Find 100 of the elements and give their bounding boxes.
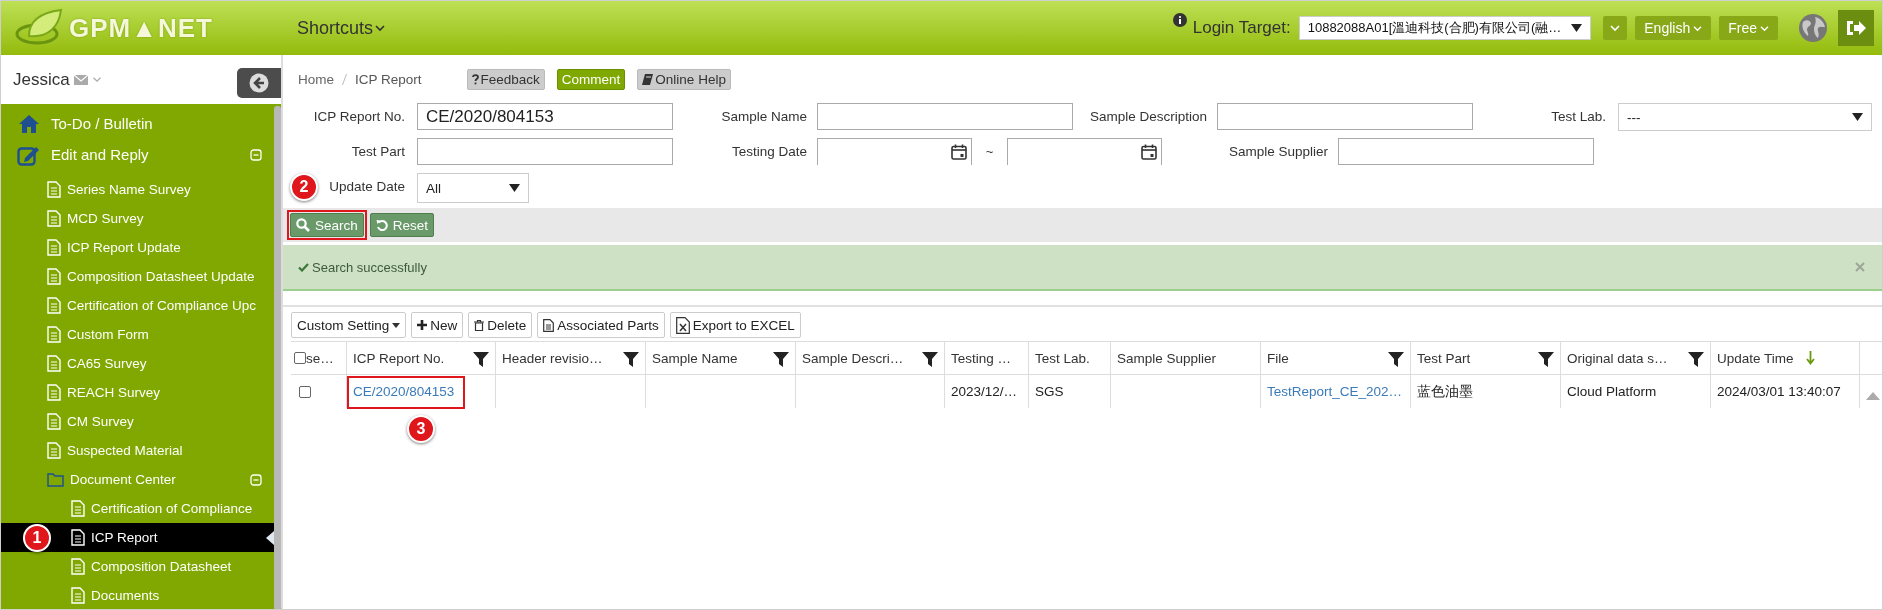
filter-icon[interactable] [773, 351, 789, 367]
column-header[interactable]: Test Lab. [1035, 350, 1090, 366]
search-icon [296, 218, 310, 232]
sidebar-item-label: Edit and Reply [51, 146, 149, 163]
doc-button[interactable]: Associated Parts [537, 312, 665, 338]
custom-setting-dropdown[interactable]: Custom Setting [291, 312, 407, 338]
sidebar-item-label: Document Center [70, 472, 176, 487]
trash-icon [474, 319, 485, 331]
filter-label: Sample Supplier [1228, 144, 1328, 159]
table-cell: SGS [1035, 384, 1064, 399]
success-message: Search successfully [312, 259, 427, 275]
filter-icon[interactable] [1388, 351, 1404, 367]
caret-icon [375, 24, 386, 32]
sidebar-item[interactable]: 1 ICP Report [1, 523, 274, 552]
text-field[interactable]: CE/2020/804153 [417, 103, 673, 130]
range-separator: ~ [984, 143, 995, 159]
filter-icon[interactable] [1688, 351, 1704, 367]
select-field[interactable]: --- [1618, 103, 1872, 131]
filter-icon[interactable] [623, 351, 639, 367]
sidebar-item-label: Series Name Survey [67, 182, 191, 197]
text-field[interactable] [1217, 103, 1473, 130]
sidebar-item-label: To-Do / Bulletin [51, 115, 153, 132]
scrollbar[interactable] [274, 106, 281, 609]
row-checkbox[interactable] [299, 385, 311, 398]
column-header[interactable]: Sample Descri… [802, 350, 904, 366]
collapse-icon[interactable] [250, 148, 262, 161]
sidebar-item-label: MCD Survey [67, 211, 144, 226]
mail-icon [73, 74, 88, 85]
table-link[interactable]: TestReport_CE_202… [1267, 384, 1403, 399]
sidebar-item-label: ICP Report [91, 530, 158, 545]
document-icon [47, 181, 61, 198]
column-header[interactable]: Test Part [1417, 350, 1471, 366]
text-field[interactable] [417, 138, 673, 165]
select-field[interactable]: All [417, 173, 529, 203]
document-icon [47, 239, 61, 256]
filter-icon[interactable] [473, 351, 489, 367]
folder-icon [47, 472, 64, 487]
column-header[interactable]: Header revisio… [502, 350, 603, 366]
caret-icon [1760, 24, 1769, 32]
date-field[interactable] [817, 138, 972, 165]
new-button[interactable]: New [411, 312, 464, 338]
column-header[interactable]: Sample Supplier [1117, 350, 1217, 366]
date-field[interactable] [1007, 138, 1162, 165]
home-icon [17, 113, 41, 134]
logout-button[interactable] [1838, 10, 1874, 46]
login-target-select[interactable]: 10882088A01[溫迪科技(合肥)有限公司(融… [1298, 16, 1592, 40]
excel-button[interactable]: Export to EXCEL [669, 312, 801, 338]
sidebar-item-label: Composition Datasheet [91, 559, 232, 574]
document-icon [47, 355, 61, 372]
document-icon [71, 529, 85, 546]
column-header[interactable]: Update Time [1717, 350, 1794, 366]
column-header[interactable]: Sample Name [652, 350, 738, 366]
filter-icon[interactable] [922, 351, 938, 367]
step-marker: 2 [290, 173, 318, 201]
sort-arrow-icon[interactable] [1805, 351, 1815, 365]
step-marker: 1 [23, 524, 51, 552]
user-name[interactable]: Jessica [13, 69, 70, 90]
login-target-label: Login Target: [1192, 18, 1291, 38]
feedback-button[interactable]: Feedback [466, 68, 545, 90]
step-marker: 3 [407, 415, 435, 443]
column-header[interactable]: se… [306, 350, 334, 366]
check-icon [298, 262, 309, 272]
column-header[interactable]: Original data s… [1567, 350, 1668, 366]
sidebar-item-label: ICP Report Update [67, 240, 181, 255]
filter-label: Sample Description [1089, 109, 1207, 124]
text-field[interactable] [817, 103, 1073, 130]
delete-button[interactable]: Delete [468, 312, 533, 338]
sidebar-item-label: Composition Datasheet Update [67, 269, 255, 284]
collapse-icon[interactable] [250, 473, 262, 486]
collapse-sidebar-button[interactable] [237, 68, 281, 98]
caret-icon [1610, 24, 1621, 32]
info-icon [1172, 13, 1187, 27]
filter-icon[interactable] [1538, 351, 1554, 367]
column-header[interactable]: File [1267, 350, 1289, 366]
calendar-icon[interactable] [1141, 144, 1157, 160]
arrow-left-icon [249, 73, 269, 93]
column-header[interactable]: Testing … [951, 350, 1012, 366]
calendar-icon[interactable] [951, 144, 967, 160]
help-button[interactable]: Online Help [637, 68, 731, 90]
document-icon [71, 587, 85, 604]
globe-icon[interactable] [1798, 13, 1828, 43]
sidebar-item-label: Suspected Material [67, 443, 183, 458]
select-all-checkbox[interactable] [294, 352, 306, 364]
sidebar-item-label: CA65 Survey [67, 356, 147, 371]
breadcrumb-link[interactable]: Home [298, 71, 334, 87]
pointer-icon [266, 530, 274, 545]
document-icon [47, 268, 61, 285]
table-cell: 蓝色油墨 [1417, 382, 1473, 401]
filter-label: Test Part [351, 144, 405, 159]
table-link[interactable]: CE/2020/804153 [353, 384, 455, 399]
spreadsheet-file-icon [675, 316, 690, 334]
document-icon [71, 500, 85, 517]
table-cell: Cloud Platform [1567, 384, 1657, 399]
document-icon [47, 413, 61, 430]
shortcuts-menu[interactable]: Shortcuts [297, 17, 386, 39]
document-icon [47, 210, 61, 227]
filter-label: Test Lab. [1551, 109, 1606, 124]
column-header[interactable]: ICP Report No. [353, 350, 445, 366]
text-field[interactable] [1338, 138, 1594, 165]
table-cell: 2023/12/… [951, 384, 1018, 399]
